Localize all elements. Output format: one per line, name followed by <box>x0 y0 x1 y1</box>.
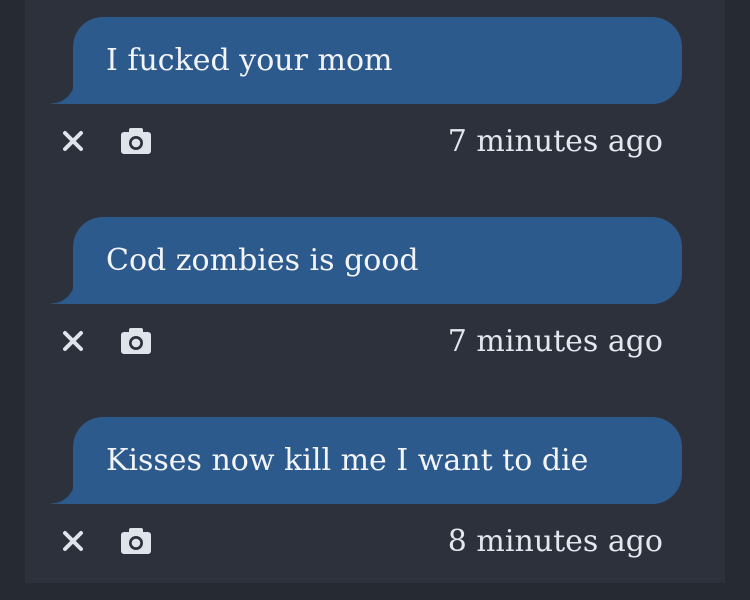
message-text: Kisses now kill me I want to die <box>106 443 589 478</box>
message-timestamp: 7 minutes ago <box>447 124 663 159</box>
message-item: Cod zombies is good 7 minutes ago <box>25 200 725 400</box>
camera-icon[interactable] <box>120 326 152 356</box>
message-item: I fucked your mom 7 minutes ago <box>25 0 725 200</box>
message-text: I fucked your mom <box>106 43 393 78</box>
message-timestamp: 8 minutes ago <box>447 524 663 559</box>
message-timestamp: 7 minutes ago <box>447 324 663 359</box>
message-bubble[interactable]: Cod zombies is good <box>73 217 682 304</box>
message-text: Cod zombies is good <box>106 243 419 278</box>
camera-icon[interactable] <box>120 126 152 156</box>
camera-icon[interactable] <box>120 526 152 556</box>
message-bubble[interactable]: I fucked your mom <box>73 17 682 104</box>
close-icon[interactable] <box>57 526 89 556</box>
message-item: Kisses now kill me I want to die 8 minut… <box>25 400 725 600</box>
close-icon[interactable] <box>57 126 89 156</box>
close-icon[interactable] <box>57 326 89 356</box>
message-bubble[interactable]: Kisses now kill me I want to die <box>73 417 682 504</box>
